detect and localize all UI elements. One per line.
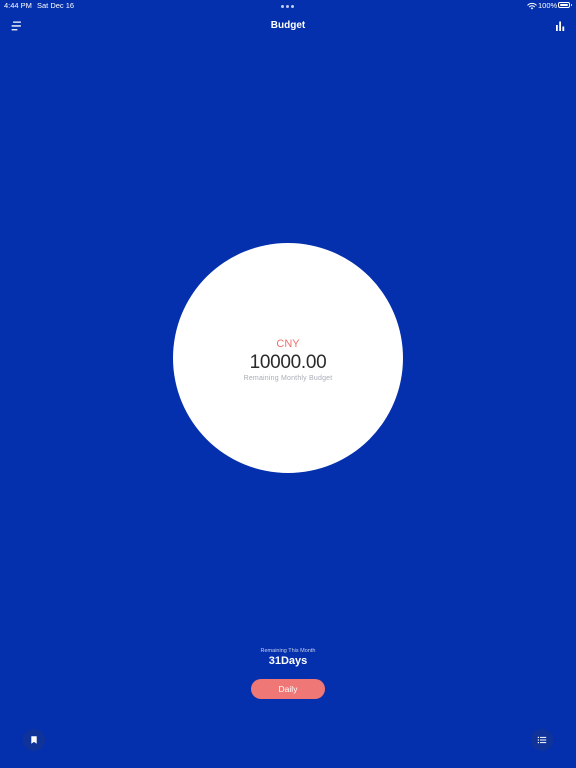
multitasking-dots-icon[interactable] (281, 5, 294, 8)
list-icon (537, 736, 547, 744)
remaining-budget-amount: 10000.00 (249, 352, 327, 373)
bar-chart-icon (556, 21, 565, 31)
battery-percent: 100% (538, 1, 558, 10)
bookmark-button[interactable] (23, 729, 45, 751)
daily-button[interactable]: Daily (251, 679, 325, 699)
stats-button[interactable] (553, 19, 567, 33)
remaining-month-caption: Remaining This Month (260, 648, 316, 654)
page-title: Budget (270, 20, 306, 31)
status-bar: 4:44 PM Sat Dec 16 100% (0, 0, 576, 12)
battery-icon (558, 2, 572, 8)
remaining-budget-caption: Remaining Monthly Budget (243, 375, 333, 382)
bookmark-icon (31, 736, 37, 744)
status-time: 4:44 PM (4, 1, 32, 10)
list-button[interactable] (531, 729, 553, 751)
wifi-icon (527, 2, 537, 10)
currency-label: CNY (276, 338, 300, 350)
nav-bar: Budget (0, 14, 576, 38)
remaining-days-value: 31Days (268, 655, 308, 667)
budget-circle: CNY 10000.00 Remaining Monthly Budget (173, 243, 403, 473)
status-date: Sat Dec 16 (37, 1, 75, 10)
